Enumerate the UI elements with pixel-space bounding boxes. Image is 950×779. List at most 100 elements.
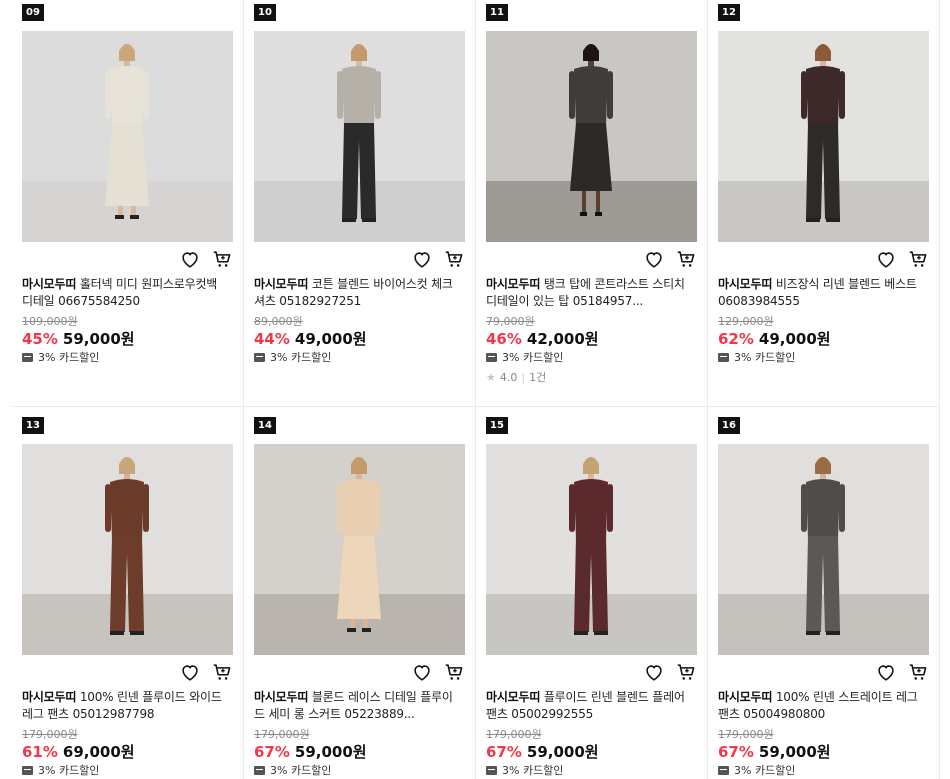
sale-price: 59,000원 (62, 330, 135, 348)
product-card[interactable]: 12 마시모두띠 비즈장식 리넨 블렌드 베스트 06083984555 129,… (708, 0, 940, 400)
credit-card-icon (486, 765, 497, 775)
brand-name: 마시모두띠 (254, 277, 309, 291)
product-actions (179, 248, 233, 270)
wishlist-heart-icon[interactable] (875, 661, 897, 683)
discount-rate: 61% (22, 743, 58, 761)
original-price: 109,000원 (22, 315, 78, 328)
card-discount: 3% 카드할인 (486, 349, 563, 365)
rating-separator: | (521, 370, 526, 384)
brand-name: 마시모두띠 (718, 690, 773, 704)
row-divider (12, 406, 940, 407)
add-to-cart-icon[interactable] (675, 661, 697, 683)
brand-name: 마시모두띠 (22, 690, 77, 704)
sale-price-line: 67% 59,000원 (486, 741, 599, 762)
product-image[interactable] (254, 31, 465, 242)
sale-price: 49,000원 (758, 330, 831, 348)
card-discount-label: 3% 카드할인 (734, 764, 796, 777)
product-card[interactable]: 13 마시모두띠 100% 린넨 플루이드 와이드 레그 팬츠 05012987… (12, 413, 244, 779)
sale-price-line: 44% 49,000원 (254, 328, 367, 349)
product-title[interactable]: 마시모두띠 비즈장식 리넨 블렌드 베스트 06083984555 (718, 276, 924, 310)
add-to-cart-icon[interactable] (211, 248, 233, 270)
sale-price-line: 45% 59,000원 (22, 328, 135, 349)
discount-rate: 67% (486, 743, 522, 761)
product-card[interactable]: 15 마시모두띠 플루이드 린넨 블렌드 플레어 팬츠 05002992555 1… (476, 413, 708, 779)
product-title[interactable]: 마시모두띠 100% 린넨 스트레이트 레그 팬츠 05004980800 (718, 689, 924, 723)
rank-badge: 09 (22, 4, 44, 21)
wishlist-heart-icon[interactable] (643, 248, 665, 270)
discount-rate: 67% (254, 743, 290, 761)
card-discount: 3% 카드할인 (486, 762, 563, 778)
product-title[interactable]: 마시모두띠 100% 린넨 플루이드 와이드 레그 팬츠 05012987798 (22, 689, 228, 723)
card-discount: 3% 카드할인 (22, 762, 99, 778)
sale-price: 42,000원 (526, 330, 599, 348)
star-icon: ★ (486, 370, 496, 384)
product-actions (875, 248, 929, 270)
card-discount: 3% 카드할인 (22, 349, 99, 365)
original-price: 129,000원 (718, 315, 774, 328)
rating: ★ 4.0 | 1건 (486, 369, 546, 385)
product-image[interactable] (718, 31, 929, 242)
card-discount-label: 3% 카드할인 (270, 351, 332, 364)
discount-rate: 67% (718, 743, 754, 761)
discount-rate: 62% (718, 330, 754, 348)
product-title[interactable]: 마시모두띠 블론드 레이스 디테일 플루이드 세미 롱 스커트 05223889… (254, 689, 460, 723)
add-to-cart-icon[interactable] (907, 661, 929, 683)
sale-price: 59,000원 (294, 743, 367, 761)
product-image[interactable] (22, 444, 233, 655)
add-to-cart-icon[interactable] (675, 248, 697, 270)
card-discount-label: 3% 카드할인 (38, 351, 100, 364)
rank-badge: 16 (718, 417, 740, 434)
product-title[interactable]: 마시모두띠 플루이드 린넨 블렌드 플레어 팬츠 05002992555 (486, 689, 692, 723)
add-to-cart-icon[interactable] (211, 661, 233, 683)
sale-price-line: 67% 59,000원 (718, 741, 831, 762)
card-discount-label: 3% 카드할인 (734, 351, 796, 364)
product-image[interactable] (486, 31, 697, 242)
add-to-cart-icon[interactable] (443, 661, 465, 683)
product-actions (179, 661, 233, 683)
wishlist-heart-icon[interactable] (411, 248, 433, 270)
product-title[interactable]: 마시모두띠 홀터넥 미디 원피스로우컷백 디테일 06675584250 (22, 276, 228, 310)
product-card[interactable]: 16 마시모두띠 100% 린넨 스트레이트 레그 팬츠 05004980800… (708, 413, 940, 779)
wishlist-heart-icon[interactable] (411, 661, 433, 683)
product-actions (411, 248, 465, 270)
product-card[interactable]: 14 마시모두띠 블론드 레이스 디테일 플루이드 세미 롱 스커트 05223… (244, 413, 476, 779)
rank-badge: 15 (486, 417, 508, 434)
product-image[interactable] (486, 444, 697, 655)
credit-card-icon (718, 765, 729, 775)
credit-card-icon (22, 765, 33, 775)
product-card[interactable]: 10 마시모두띠 코튼 블렌드 바이어스컷 체크 셔츠 05182927251 8… (244, 0, 476, 400)
wishlist-heart-icon[interactable] (179, 248, 201, 270)
credit-card-icon (718, 352, 729, 362)
product-card[interactable]: 09 마시모두띠 홀터넥 미디 원피스로우컷백 디테일 06675584250 1… (12, 0, 244, 400)
sale-price: 69,000원 (62, 743, 135, 761)
product-actions (875, 661, 929, 683)
add-to-cart-icon[interactable] (443, 248, 465, 270)
card-discount-label: 3% 카드할인 (270, 764, 332, 777)
rank-badge: 14 (254, 417, 276, 434)
credit-card-icon (254, 765, 265, 775)
add-to-cart-icon[interactable] (907, 248, 929, 270)
rating-value: 4.0 (499, 370, 518, 384)
wishlist-heart-icon[interactable] (875, 248, 897, 270)
wishlist-heart-icon[interactable] (643, 661, 665, 683)
sale-price-line: 67% 59,000원 (254, 741, 367, 762)
product-actions (643, 661, 697, 683)
product-image[interactable] (22, 31, 233, 242)
product-image[interactable] (254, 444, 465, 655)
discount-rate: 44% (254, 330, 290, 348)
sale-price-line: 61% 69,000원 (22, 741, 135, 762)
brand-name: 마시모두띠 (22, 277, 77, 291)
product-image[interactable] (718, 444, 929, 655)
discount-rate: 46% (486, 330, 522, 348)
rank-badge: 12 (718, 4, 740, 21)
original-price: 179,000원 (486, 728, 542, 741)
card-discount-label: 3% 카드할인 (38, 764, 100, 777)
original-price: 89,000원 (254, 315, 303, 328)
product-title[interactable]: 마시모두띠 코튼 블렌드 바이어스컷 체크 셔츠 05182927251 (254, 276, 460, 310)
sale-price-line: 46% 42,000원 (486, 328, 599, 349)
product-title[interactable]: 마시모두띠 탱크 탑에 콘트라스트 스티치 디테일이 있는 탑 05184957… (486, 276, 692, 310)
brand-name: 마시모두띠 (718, 277, 773, 291)
credit-card-icon (254, 352, 265, 362)
wishlist-heart-icon[interactable] (179, 661, 201, 683)
product-card[interactable]: 11 마시모두띠 탱크 탑에 콘트라스트 스티치 디테일이 있는 탑 05184… (476, 0, 708, 400)
